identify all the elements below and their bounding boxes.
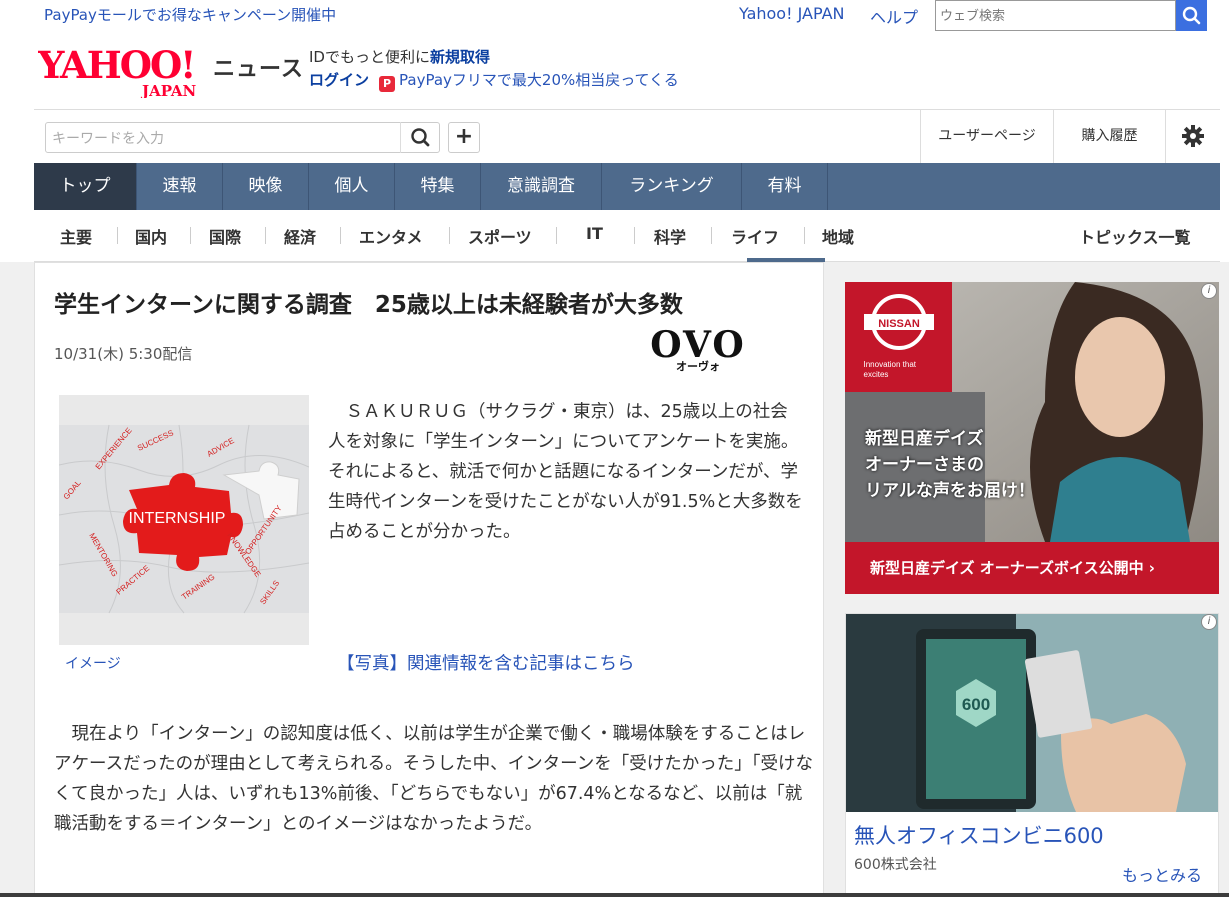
ad-info-icon[interactable]: i [1201, 614, 1217, 630]
office-ad-image: 600 [846, 614, 1218, 812]
topics-list-link[interactable]: トピックス一覧 [1079, 224, 1191, 248]
nissan-logo-text: NISSAN [878, 318, 920, 330]
article-photo[interactable]: INTERNSHIP SUCCESS ADVICE EXPERIENCE GOA… [58, 395, 310, 645]
user-page-link[interactable]: ユーザーページ [920, 110, 1053, 163]
nav-survey[interactable]: 意識調査 [481, 163, 602, 210]
header: YAHOO! JAPAN ニュース IDでもっと便利に新規取得 ログイン P Pay… [0, 34, 1229, 109]
id-promo-text: IDでもっと便利に [309, 48, 430, 66]
bottom-edge [0, 893, 1229, 897]
category-divider [556, 227, 557, 244]
category-nav: 主要 国内 国際 経済 エンタメ スポーツ IT 科学 ライフ 地域 トピックス… [34, 210, 1220, 262]
office-ad-title[interactable]: 無人オフィスコンビニ600 [854, 820, 1104, 850]
top-bar: PayPayモールでお得なキャンペーン開催中 Yahoo! JAPAN ヘルプ [0, 0, 1229, 34]
nissan-ad[interactable]: NISSAN Innovation that excites 新型日産デイズ オ… [845, 282, 1219, 594]
nissan-headline-line: リアルな声をお届け！ [865, 481, 1035, 501]
nav-feature[interactable]: 特集 [395, 163, 481, 210]
article-date: 10/31(木) 5:30配信 [54, 345, 193, 363]
office-ad-company: 600株式会社 [854, 857, 937, 873]
related-photo-link[interactable]: 【写真】関連情報を含む記事はこちら [337, 650, 635, 675]
nissan-brand-block: NISSAN Innovation that excites [845, 282, 952, 392]
yahoo-japan-link[interactable]: Yahoo! JAPAN [739, 4, 845, 23]
photo-word-internship: INTERNSHIP [129, 510, 226, 527]
signup-link[interactable]: 新規取得 [430, 48, 490, 66]
category-divider [265, 227, 266, 244]
category-life[interactable]: ライフ [731, 224, 779, 248]
nav-breaking[interactable]: 速報 [137, 163, 223, 210]
photo-caption[interactable]: イメージ [65, 653, 121, 673]
logo-sub-text: JAPAN [140, 82, 197, 98]
nissan-ad-cta[interactable]: 新型日産デイズ オーナーズボイス公開中 › [845, 542, 1219, 594]
article-body: 現在より「インターン」の認知度は低く、以前は学生が企業で働く・職場体験をすること… [54, 724, 813, 834]
nav-ranking[interactable]: ランキング [602, 163, 742, 210]
category-divider [340, 227, 341, 244]
category-region[interactable]: 地域 [822, 224, 854, 248]
article-title: 学生インターンに関する調査 25歳以上は未経験者が大多数 [54, 292, 683, 318]
category-divider [634, 227, 635, 244]
office-convenience-ad[interactable]: 600 無人オフィスコンビニ600 600株式会社 もっとみる [845, 613, 1219, 897]
see-more-link[interactable]: もっとみる [1122, 862, 1202, 886]
gear-icon [1182, 125, 1204, 147]
category-domestic[interactable]: 国内 [135, 224, 167, 248]
id-promo: IDでもっと便利に新規取得 [309, 46, 490, 67]
nav-video[interactable]: 映像 [223, 163, 309, 210]
category-divider [711, 227, 712, 244]
search-icon [411, 128, 430, 147]
nissan-ad-headline: 新型日産デイズ オーナーさまの リアルな声をお届け！ [865, 426, 1035, 504]
add-button[interactable]: + [448, 122, 480, 153]
yahoo-japan-logo[interactable]: YAHOO! JAPAN [37, 43, 210, 100]
article-lead: ＳＡＫＵＲＵＧ（サクラグ・東京）は、25歳以上の社会人を対象に「学生インターン」… [328, 402, 803, 542]
paypay-mall-promo-link[interactable]: PayPayモールでお得なキャンペーン開催中 [44, 4, 336, 25]
source-logo[interactable]: OVO オーヴォ [648, 327, 748, 375]
category-divider [117, 227, 118, 244]
category-sports[interactable]: スポーツ [468, 224, 532, 248]
category-science[interactable]: 科学 [654, 224, 686, 248]
screen-number: 600 [962, 695, 990, 714]
main-nav: トップ 速報 映像 個人 特集 意識調査 ランキング 有料 [34, 163, 1220, 210]
nissan-headline-line: オーナーさまの [865, 455, 984, 475]
news-service-name[interactable]: ニュース [213, 51, 304, 83]
login-line: ログイン P PayPayフリマで最大20%相当戻ってくる [309, 69, 679, 92]
nissan-headline-line: 新型日産デイズ [865, 429, 984, 449]
purchase-history-link[interactable]: 購入履歴 [1053, 110, 1165, 163]
paypay-flea-icon: P [379, 76, 396, 92]
category-economy[interactable]: 経済 [284, 224, 316, 248]
nav-paid[interactable]: 有料 [742, 163, 828, 210]
article: 学生インターンに関する調査 25歳以上は未経験者が大多数 10/31(木) 5:… [34, 262, 824, 897]
nissan-tagline: Innovation that excites [863, 360, 916, 379]
category-divider [804, 227, 805, 244]
nav-individual[interactable]: 個人 [309, 163, 395, 210]
category-international[interactable]: 国際 [209, 224, 241, 248]
paypay-flea-promo-link[interactable]: PayPayフリマで最大20%相当戻ってくる [399, 71, 679, 89]
login-link[interactable]: ログイン [309, 71, 369, 89]
ad-info-icon[interactable]: i [1201, 283, 1217, 299]
category-main[interactable]: 主要 [60, 224, 92, 248]
category-it[interactable]: IT [586, 224, 603, 248]
search-icon [1182, 6, 1201, 25]
settings-button[interactable] [1165, 110, 1220, 163]
category-entertainment[interactable]: エンタメ [359, 224, 423, 248]
web-search-input[interactable] [935, 0, 1176, 31]
nav-top[interactable]: トップ [34, 163, 137, 210]
web-search-button[interactable] [1176, 0, 1207, 31]
logo-main-text: YAHOO! [38, 46, 194, 87]
category-divider [449, 227, 450, 244]
keyword-search-button[interactable] [400, 122, 440, 153]
toolbar: + ユーザーページ 購入履歴 [34, 109, 1220, 163]
keyword-search-input[interactable] [45, 122, 440, 153]
category-divider [190, 227, 191, 244]
help-link[interactable]: ヘルプ [870, 4, 918, 28]
source-logo-text: OVO [650, 324, 746, 366]
